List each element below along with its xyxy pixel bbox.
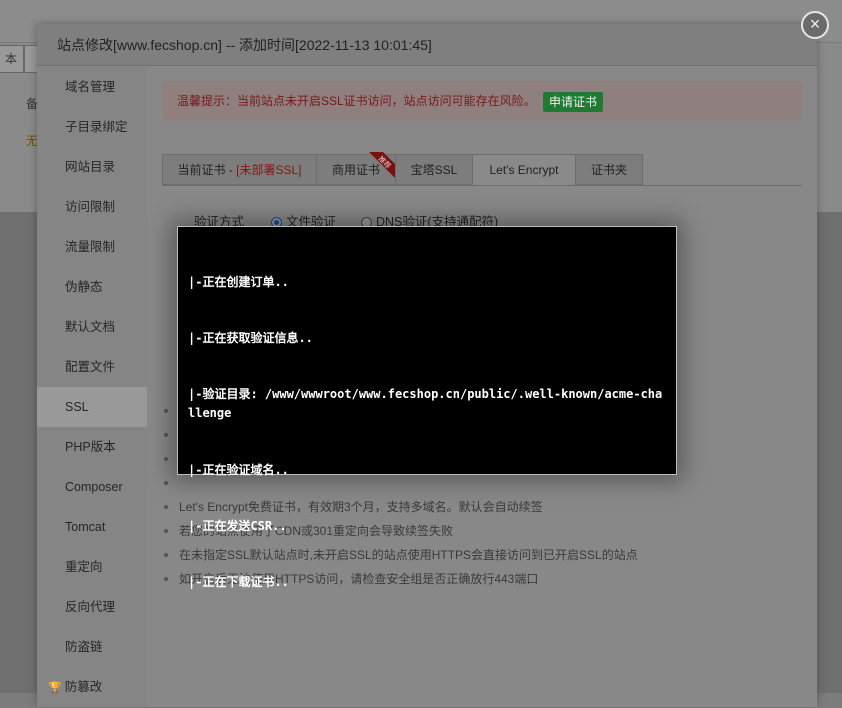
dialog-sidebar: 域名管理 子目录绑定 网站目录 访问限制 流量限制 伪静态 默认文档 配置文件 … bbox=[37, 67, 147, 707]
sidebar-item-default-doc[interactable]: 默认文档 bbox=[37, 307, 147, 347]
sidebar-item-tomcat[interactable]: Tomcat bbox=[37, 507, 147, 547]
tab-cert-folder[interactable]: 证书夹 bbox=[575, 154, 643, 185]
sidebar-item-rewrite[interactable]: 伪静态 bbox=[37, 267, 147, 307]
sidebar-item-ssl[interactable]: SSL bbox=[37, 387, 147, 427]
tab-baota-ssl[interactable]: 宝塔SSL bbox=[395, 154, 473, 185]
terminal-line: |-正在验证域名.. bbox=[188, 462, 289, 477]
sidebar-item-reverse-proxy[interactable]: 反向代理 bbox=[37, 587, 147, 627]
terminal-line: |-正在获取验证信息.. bbox=[188, 330, 313, 345]
tab-lets-encrypt[interactable]: Let's Encrypt bbox=[472, 154, 576, 185]
sidebar-item-domain[interactable]: 域名管理 bbox=[37, 67, 147, 107]
ssl-warning-notice: 温馨提示：当前站点未开启SSL证书访问，站点访问可能存在风险。 申请证书 bbox=[162, 81, 802, 121]
notice-text: 温馨提示：当前站点未开启SSL证书访问，站点访问可能存在风险。 bbox=[177, 94, 536, 108]
terminal-line: |-正在下载证书.. bbox=[188, 575, 289, 590]
dialog-title: 站点修改[www.fecshop.cn] -- 添加时间[2022-11-13 … bbox=[37, 24, 817, 66]
sidebar-item-hotlink[interactable]: 防盗链 bbox=[37, 627, 147, 667]
terminal-line: |-正在发送CSR.. bbox=[188, 518, 287, 533]
terminal-line: |-正在创建订单.. bbox=[188, 274, 289, 289]
sidebar-item-label: 防篡改 bbox=[64, 680, 103, 694]
sidebar-item-config-file[interactable]: 配置文件 bbox=[37, 347, 147, 387]
terminal-line: |-验证目录: /www/wwwroot/www.fecshop.cn/publ… bbox=[188, 387, 663, 421]
sidebar-item-traffic-limit[interactable]: 流量限制 bbox=[37, 227, 147, 267]
apply-certificate-button[interactable]: 申请证书 bbox=[543, 92, 604, 112]
ssl-tabs: 当前证书 - [未部署SSL] 商用证书 推荐 宝塔SSL Let's Encr… bbox=[162, 152, 802, 186]
sidebar-item-subdir[interactable]: 子目录绑定 bbox=[37, 107, 147, 147]
trophy-icon: 🏆 bbox=[48, 682, 62, 694]
sidebar-item-site-dir[interactable]: 网站目录 bbox=[37, 147, 147, 187]
sidebar-item-access-limit[interactable]: 访问限制 bbox=[37, 187, 147, 227]
sidebar-item-php-version[interactable]: PHP版本 bbox=[37, 427, 147, 467]
sidebar-item-redirect[interactable]: 重定向 bbox=[37, 547, 147, 587]
close-icon: × bbox=[809, 14, 821, 34]
sidebar-item-tamper-proof[interactable]: 🏆 防篡改 bbox=[37, 667, 147, 707]
sidebar-item-composer[interactable]: Composer bbox=[37, 467, 147, 507]
tab-current-cert[interactable]: 当前证书 - [未部署SSL] bbox=[162, 154, 317, 185]
progress-terminal: |-正在创建订单.. |-正在获取验证信息.. |-验证目录: /www/www… bbox=[177, 226, 677, 589]
background-button: 本 bbox=[0, 45, 25, 73]
tab-label: 当前证书 - bbox=[177, 163, 237, 177]
ssl-status: [未部署SSL] bbox=[236, 163, 302, 177]
close-dialog-button[interactable]: × bbox=[801, 11, 829, 39]
terminal-output: |-正在创建订单.. |-正在获取验证信息.. |-验证目录: /www/www… bbox=[178, 227, 676, 638]
